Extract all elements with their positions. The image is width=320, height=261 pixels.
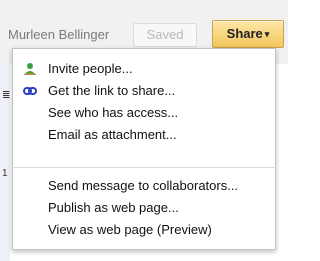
- menu-item-invite-people[interactable]: Invite people...: [13, 58, 275, 80]
- link-icon: [23, 84, 37, 98]
- menu-item-label: Send message to collaborators...: [48, 178, 239, 193]
- invite-people-icon: [23, 62, 37, 76]
- share-menu: Invite people... Get the link to share..…: [12, 48, 276, 250]
- menu-item-send-message[interactable]: Send message to collaborators...: [13, 175, 275, 197]
- menu-item-label: Email as attachment...: [48, 127, 177, 142]
- background-toolbar-icon: ≣: [2, 90, 11, 101]
- user-name: Murleen Bellinger: [8, 27, 110, 42]
- share-button-label: Share: [226, 26, 263, 41]
- menu-item-email-attachment[interactable]: Email as attachment...: [13, 124, 275, 146]
- menu-item-label: View as web page (Preview): [48, 222, 212, 237]
- share-button[interactable]: Share ▾: [212, 20, 284, 48]
- menu-item-publish-web[interactable]: Publish as web page...: [13, 197, 275, 219]
- background-text-fragment: 1: [2, 168, 8, 179]
- menu-item-label: Publish as web page...: [48, 200, 179, 215]
- menu-item-view-web-preview[interactable]: View as web page (Preview): [13, 219, 275, 241]
- menu-item-get-link[interactable]: Get the link to share...: [13, 80, 275, 102]
- menu-item-label: Get the link to share...: [48, 83, 176, 98]
- menu-item-label: Invite people...: [48, 61, 133, 76]
- saved-button: Saved: [133, 23, 197, 47]
- menu-item-see-access[interactable]: See who has access...: [13, 102, 275, 124]
- chevron-down-icon: ▾: [264, 29, 270, 39]
- menu-item-label: See who has access...: [48, 105, 179, 120]
- menu-separator: [14, 167, 276, 168]
